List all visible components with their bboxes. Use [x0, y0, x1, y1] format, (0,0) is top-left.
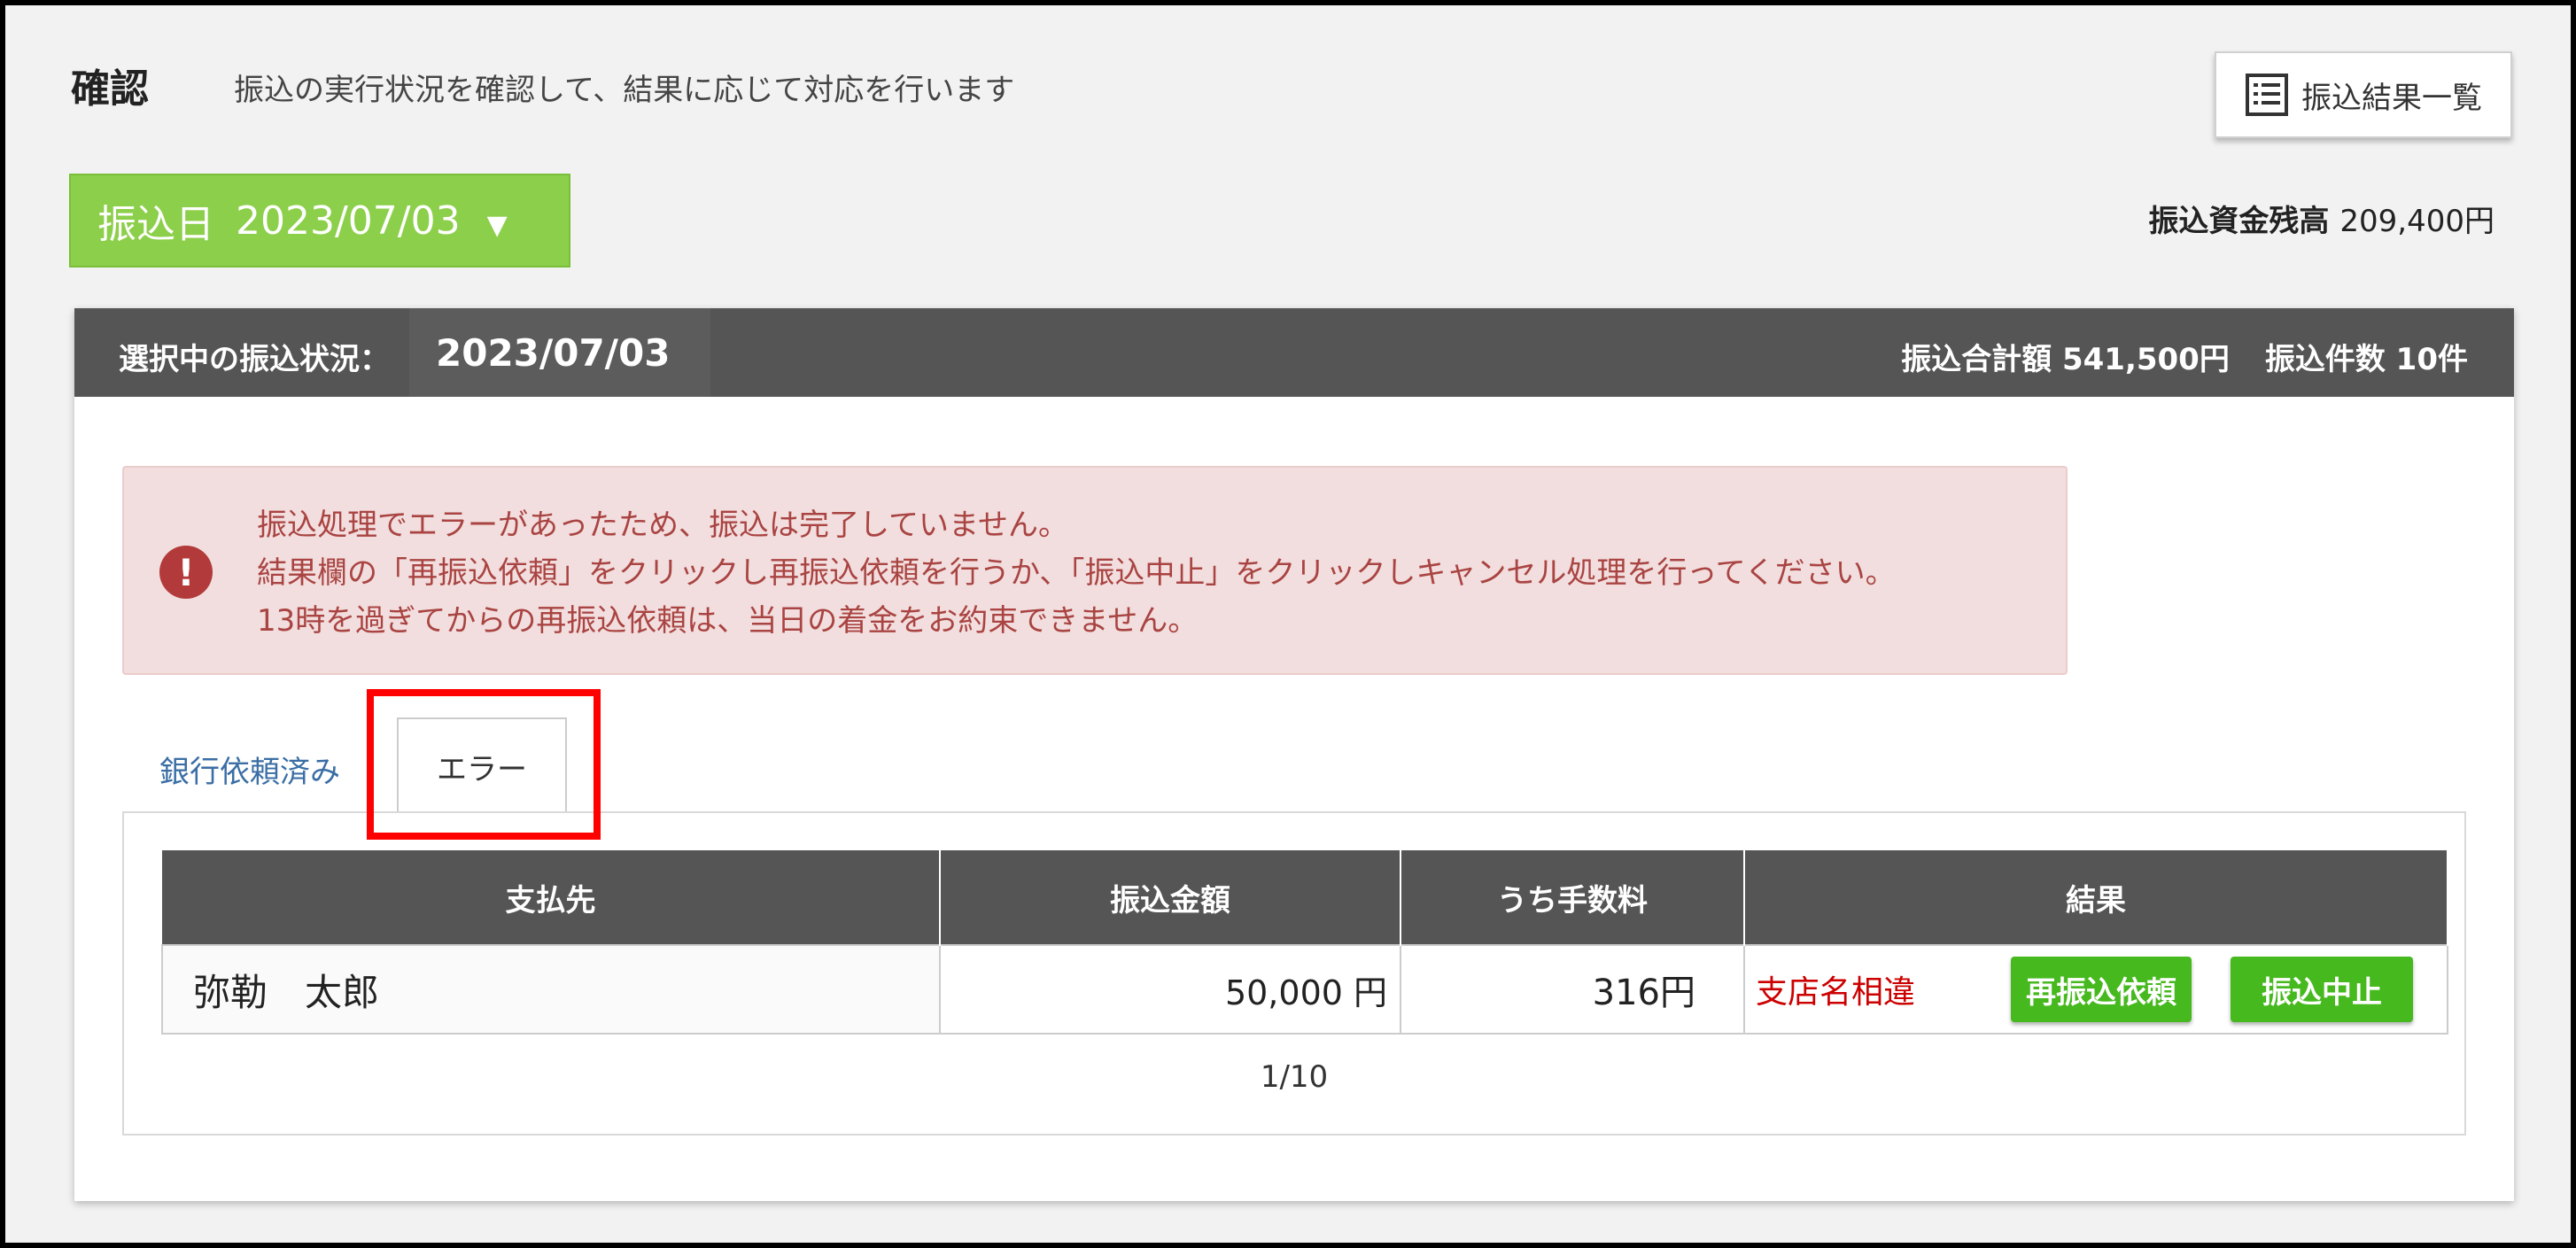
status-date: 2023/07/03 — [409, 308, 710, 397]
transfer-results-list-label: 振込結果一覧 — [2301, 80, 2482, 116]
column-header-fee: うち手数料 — [1401, 850, 1745, 945]
transfer-status-panel: 選択中の振込状況： 2023/07/03 振込合計額 541,500円 振込件数 … — [74, 308, 2514, 1201]
alert-line: 結果欄の「再振込依頼」をクリックし再振込依頼を行うか、「振込中止」をクリックしキ… — [257, 555, 1896, 591]
tab-content: 支払先 振込金額 うち手数料 結果 弥勒 太郎 50,000 円 316円 支店… — [122, 811, 2466, 1136]
transfer-date-label: 振込日 — [97, 202, 214, 247]
result-cell: 支店名相違 再振込依頼 振込中止 — [1743, 944, 2448, 1035]
transfer-fund-balance: 振込資金残高 209,400円 — [2148, 197, 2495, 240]
list-icon — [2246, 74, 2288, 116]
status-summary: 振込合計額 541,500円 振込件数 10件 — [1901, 335, 2468, 378]
page-description: 振込の実行状況を確認して、結果に応じて対応を行います — [234, 73, 1015, 108]
transfer-date-dropdown[interactable]: 振込日 2023/07/03 ▼ — [69, 174, 570, 267]
retry-transfer-button[interactable]: 再振込依頼 — [2011, 957, 2192, 1022]
balance-value: 209,400円 — [2339, 204, 2495, 239]
alert-line: 13時を過ぎてからの再振込依頼は、当日の着金をお約束できません。 — [257, 603, 1199, 639]
cancel-transfer-button[interactable]: 振込中止 — [2231, 957, 2413, 1022]
status-bar: 選択中の振込状況： 2023/07/03 振込合計額 541,500円 振込件数 … — [74, 308, 2514, 397]
page-title: 確認 — [71, 66, 149, 112]
column-header-payee: 支払先 — [162, 850, 941, 945]
transfer-count: 振込件数 10件 — [2264, 342, 2468, 377]
transfer-date-value: 2023/07/03 — [236, 198, 461, 244]
column-header-result: 結果 — [1744, 850, 2448, 945]
screen-frame: 確認 振込の実行状況を確認して、結果に応じて対応を行います 振込結果一覧 振込日… — [0, 0, 2576, 1248]
exclamation-circle-icon: ! — [159, 546, 213, 599]
status-label: 選択中の振込状況： — [119, 342, 390, 377]
table-header-row: 支払先 振込金額 うち手数料 結果 — [162, 850, 2448, 945]
transfer-results-list-button[interactable]: 振込結果一覧 — [2215, 51, 2512, 138]
error-tab-highlight — [367, 689, 601, 840]
table-row: 弥勒 太郎 50,000 円 316円 支店名相違 再振込依頼 振込中止 — [161, 944, 2448, 1035]
balance-label: 振込資金残高 — [2148, 204, 2330, 239]
alert-line: 振込処理でエラーがあったため、振込は完了していません。 — [257, 508, 1068, 543]
error-alert: ! 振込処理でエラーがあったため、振込は完了していません。 結果欄の「再振込依頼… — [122, 466, 2068, 675]
tab-bank-requested[interactable]: 銀行依頼済み — [159, 748, 340, 791]
caret-down-icon: ▼ — [486, 209, 508, 241]
result-cell-content: 支店名相違 再振込依頼 振込中止 — [1745, 947, 2447, 1032]
pagination: 1/10 — [1260, 1059, 1329, 1095]
fee-cell: 316円 — [1400, 944, 1745, 1035]
result-status: 支店名相違 — [1756, 974, 1916, 1011]
transfer-table: 支払先 振込金額 うち手数料 結果 弥勒 太郎 50,000 円 316円 支店… — [161, 850, 2448, 1035]
column-header-amount: 振込金額 — [940, 850, 1401, 945]
amount-cell: 50,000 円 — [939, 944, 1401, 1035]
alert-message: 振込処理でエラーがあったため、振込は完了していません。 結果欄の「再振込依頼」を… — [257, 501, 1896, 645]
transfer-total: 振込合計額 541,500円 — [1901, 342, 2230, 377]
payee-cell: 弥勒 太郎 — [161, 944, 941, 1035]
